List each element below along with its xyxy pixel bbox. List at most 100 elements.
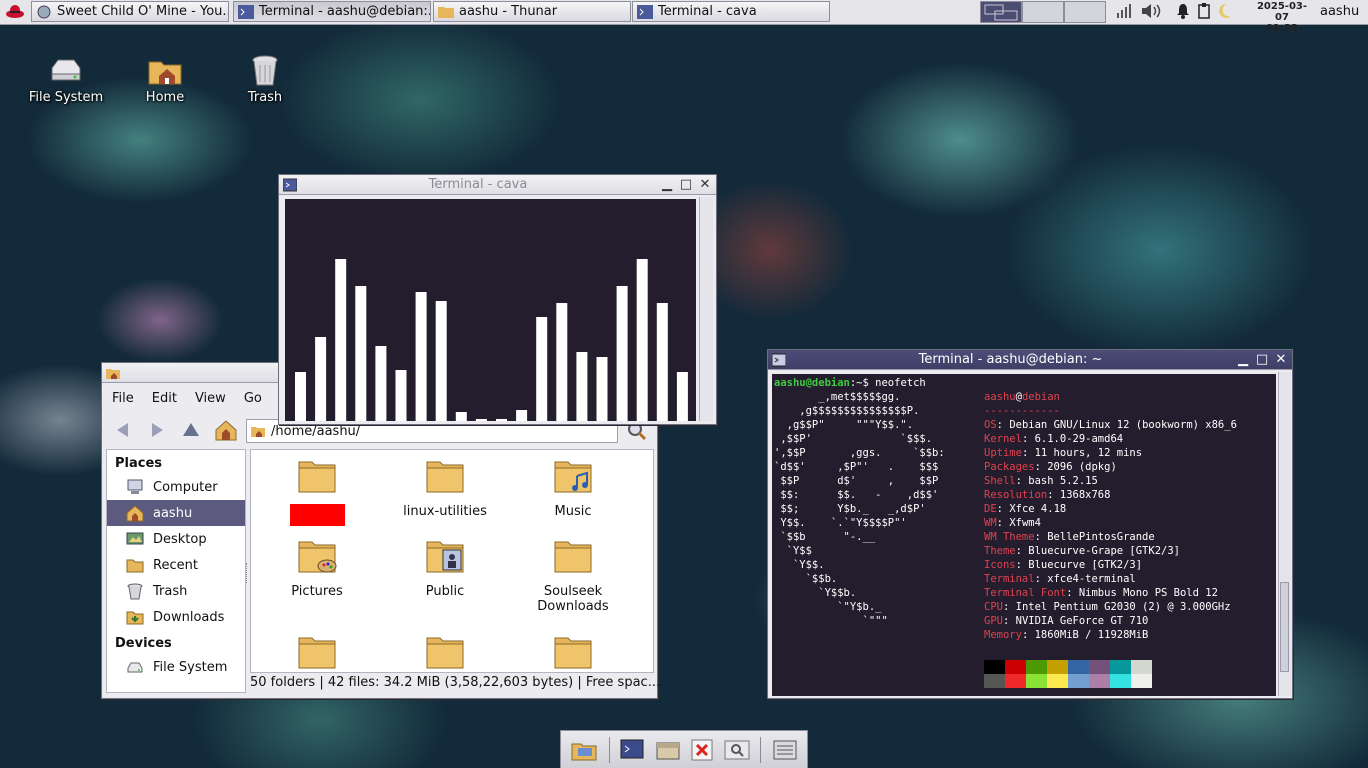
minimize-button[interactable]: ▁: [659, 177, 675, 193]
file-manager-icon[interactable]: [570, 738, 598, 762]
sidebar-item-desktop[interactable]: Desktop: [107, 526, 245, 552]
minimize-button[interactable]: ▁: [1235, 352, 1251, 368]
spectrum-bar: [596, 357, 608, 421]
cava-scrollbar[interactable]: [699, 197, 713, 421]
maximize-button[interactable]: □: [1254, 352, 1270, 368]
applications-menu-icon[interactable]: [3, 3, 27, 21]
sidebar-item-trash[interactable]: Trash: [107, 578, 245, 604]
close-button[interactable]: ✕: [1273, 352, 1289, 368]
signal-bars-icon[interactable]: [1116, 4, 1132, 18]
info-value: Debian GNU/Linux 12 (bookworm) x86_6: [1009, 419, 1237, 431]
taskbar-button[interactable]: Terminal - aashu@debian:...: [233, 1, 431, 22]
maximize-button[interactable]: □: [678, 177, 694, 193]
info-row: Kernel: 6.1.0-29-amd64: [984, 432, 1123, 446]
info-key: GPU: [984, 615, 1003, 627]
drive-icon: [127, 662, 143, 673]
night-mode-moon-icon[interactable]: [1218, 3, 1232, 19]
desktop-icon-trash[interactable]: Trash: [220, 52, 310, 105]
forward-arrow-icon[interactable]: [146, 420, 168, 440]
ascii-art-line: $$: $$. - ,d$$': [774, 489, 939, 501]
home-button-icon[interactable]: [214, 419, 238, 441]
info-value: Xfwm4: [1009, 517, 1041, 529]
terminal-title: Terminal - aashu@debian: ~: [918, 352, 1103, 367]
ascii-art-line: ',$$P ,ggs. `$$b:: [774, 447, 945, 459]
taskbar-label: Terminal - cava: [658, 4, 757, 19]
cava-titlebar[interactable]: Terminal - cava ▁ □ ✕: [279, 175, 716, 195]
menu-view[interactable]: View: [195, 391, 226, 406]
palette-swatch: [1110, 674, 1131, 688]
clock[interactable]: 2025-03-07 01:32: [1252, 1, 1312, 34]
taskbar-button[interactable]: Terminal - cava: [632, 1, 830, 22]
folder-item[interactable]: [509, 632, 637, 672]
neofetch-header: aashu@debian: [984, 390, 1060, 404]
desktop-icon-file-system[interactable]: File System: [21, 52, 111, 105]
sidebar-item-aashu[interactable]: aashu: [107, 500, 245, 526]
info-key: DE: [984, 503, 997, 515]
notification-bell-icon[interactable]: [1176, 3, 1190, 19]
scrollbar-thumb[interactable]: [1280, 582, 1289, 672]
color-palette: [984, 660, 1152, 688]
clipboard-icon[interactable]: [1198, 3, 1210, 19]
terminal-scrollbar[interactable]: [1278, 372, 1291, 696]
places-header: Places: [115, 456, 163, 471]
desktop-icon-home[interactable]: Home: [120, 52, 210, 105]
menu-edit[interactable]: Edit: [152, 391, 177, 406]
archive-icon[interactable]: [655, 739, 681, 761]
folder-label: Music: [554, 504, 592, 519]
info-row: Uptime: 11 hours, 12 mins: [984, 446, 1142, 460]
palette-swatch: [1089, 660, 1110, 674]
workspace-1[interactable]: [980, 1, 1022, 23]
sidebar-item-downloads[interactable]: Downloads: [107, 604, 245, 630]
workspace-2[interactable]: [1022, 1, 1064, 23]
info-value: bash 5.2.15: [1028, 475, 1098, 487]
folder-icon: [554, 637, 592, 669]
folder-item[interactable]: linux-utilities: [381, 456, 509, 519]
folder-item[interactable]: Public: [381, 536, 509, 599]
workspace-pager[interactable]: [980, 1, 1106, 23]
user-menu[interactable]: aashu: [1320, 4, 1359, 19]
home-icon: [126, 505, 144, 522]
up-arrow-icon[interactable]: [180, 420, 202, 440]
folder-item[interactable]: [253, 632, 381, 672]
spectrum-bar: [375, 346, 387, 421]
ascii-art-line: `Y$$b.: [774, 587, 857, 599]
app-finder-icon[interactable]: [772, 739, 798, 761]
close-button[interactable]: ✕: [697, 177, 713, 193]
taskbar-button[interactable]: Sweet Child O' Mine - You...: [31, 1, 229, 22]
workspace-3[interactable]: [1064, 1, 1106, 23]
menu-file[interactable]: File: [112, 391, 134, 406]
sidebar-item-computer[interactable]: Computer: [107, 474, 245, 500]
info-colon: :: [1015, 475, 1029, 487]
terminal-output[interactable]: aashu@debian:~$ neofetch _,met$$$$$gg. ,…: [772, 374, 1276, 696]
menu-go[interactable]: Go: [244, 391, 262, 406]
info-colon: :: [1021, 629, 1035, 641]
info-value: Intel Pentium G2030 (2) @ 3.000GHz: [1015, 601, 1231, 613]
palette-swatch: [1005, 660, 1026, 674]
status-bar: 50 folders | 42 files: 34.2 MiB (3,58,22…: [250, 675, 661, 690]
volume-icon[interactable]: [1140, 3, 1168, 19]
command: neofetch: [875, 377, 926, 389]
terminal-icon[interactable]: [620, 739, 644, 761]
folder-label: Pictures: [291, 584, 343, 599]
spectrum-bar: [355, 286, 367, 421]
folder-item[interactable]: Soulseek Downloads: [509, 536, 637, 614]
folder-item[interactable]: [253, 456, 381, 526]
pictures-folder-icon: [298, 541, 337, 573]
info-colon: :: [1015, 559, 1029, 571]
folder-item[interactable]: Music: [509, 456, 637, 519]
search-icon[interactable]: [724, 739, 750, 761]
terminal-titlebar[interactable]: Terminal - aashu@debian: ~ ▁ □ ✕: [768, 350, 1292, 370]
palette-swatch: [1026, 660, 1047, 674]
folder-icon: [298, 637, 336, 669]
back-arrow-icon[interactable]: [112, 420, 134, 440]
info-colon: :: [1066, 587, 1079, 599]
sidebar-item-file-system[interactable]: File System: [107, 654, 245, 680]
clock-time: 01:32: [1266, 23, 1298, 34]
info-key: Theme: [984, 545, 1016, 557]
close-icon[interactable]: [691, 739, 713, 761]
ascii-art-line: `d$$' ,$P"' . $$$: [774, 461, 939, 473]
folder-item[interactable]: Pictures: [253, 536, 381, 599]
sidebar-item-recent[interactable]: Recent: [107, 552, 245, 578]
taskbar-button[interactable]: aashu - Thunar: [433, 1, 631, 22]
folder-item[interactable]: [381, 632, 509, 672]
